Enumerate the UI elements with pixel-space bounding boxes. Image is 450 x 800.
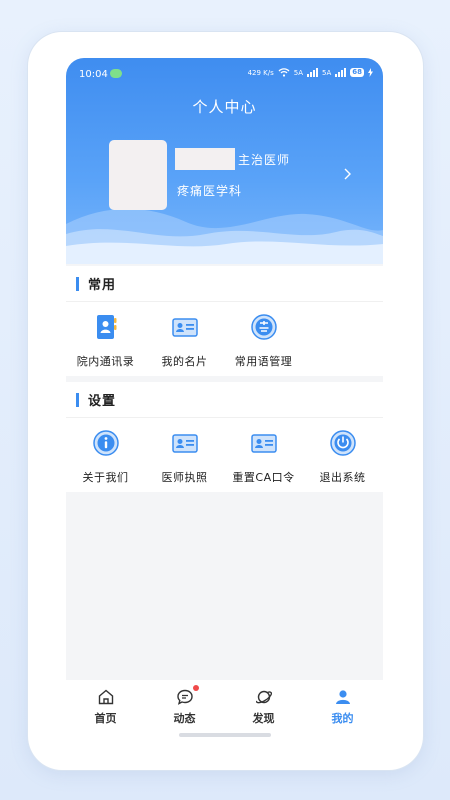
signal-1-icon (307, 68, 318, 77)
status-right: 429 K/s 5A 5A 68 (248, 68, 373, 77)
common-item-business-card[interactable]: 我的名片 (145, 312, 224, 369)
battery-icon: 68 (350, 68, 364, 77)
settings-item-logout[interactable]: 退出系统 (303, 428, 382, 485)
app-screen: 10:04 429 K/s 5A 5A 68 个人中心 主治医师 疼痛医学科 常… (66, 58, 383, 738)
avatar[interactable] (109, 140, 167, 210)
settings-item-label: 退出系统 (319, 471, 366, 484)
settings-section-title: 设置 (88, 394, 117, 409)
tab-mine[interactable]: 我的 (303, 680, 382, 738)
home-indicator[interactable] (179, 733, 271, 737)
signal-2-label: 5A (322, 68, 332, 77)
common-grid: 院内通讯录 我的名片 常用语管理 (66, 302, 383, 369)
tab-label: 发现 (252, 712, 275, 725)
settings-item-license[interactable]: 医师执照 (145, 428, 224, 485)
profile-header: 10:04 429 K/s 5A 5A 68 个人中心 主治医师 疼痛医学科 (66, 58, 383, 264)
common-section: 常用 院内通讯录 我的名片 常用语管理 (66, 266, 383, 376)
common-item-phrases[interactable]: 常用语管理 (224, 312, 303, 369)
page-title: 个人中心 (192, 98, 257, 116)
power-icon (329, 430, 356, 456)
notification-dot (193, 685, 199, 691)
info-icon (92, 430, 119, 456)
contacts-book-icon (96, 315, 116, 339)
ca-card-icon (250, 434, 277, 453)
signal-2-icon (335, 68, 347, 77)
tab-label: 我的 (331, 712, 354, 725)
tab-home[interactable]: 首页 (66, 680, 145, 738)
settings-item-label: 关于我们 (82, 471, 129, 484)
id-card-icon (171, 318, 198, 337)
settings-grid: 关于我们 医师执照 重置CA口令 退出系统 (66, 418, 383, 485)
settings-item-about[interactable]: 关于我们 (66, 428, 145, 485)
message-icon (176, 689, 193, 705)
doctor-title: 主治医师 (238, 153, 291, 167)
common-phrase-icon (250, 314, 277, 340)
settings-item-label: 重置CA口令 (232, 471, 295, 484)
planet-icon (255, 690, 272, 704)
section-accent-bar (76, 276, 79, 291)
common-item-label: 我的名片 (161, 355, 208, 368)
user-icon (335, 690, 350, 704)
common-item-contacts[interactable]: 院内通讯录 (66, 312, 145, 369)
status-bar: 10:04 429 K/s 5A 5A 68 (66, 68, 383, 84)
common-section-title: 常用 (88, 278, 117, 293)
wifi-icon (278, 68, 290, 77)
status-time: 10:04 (79, 69, 108, 80)
wechat-notification-icon (110, 69, 122, 78)
home-icon (98, 689, 113, 705)
tab-label: 首页 (94, 712, 117, 725)
settings-item-reset-ca[interactable]: 重置CA口令 (224, 428, 303, 485)
net-speed: 429 K/s (247, 68, 274, 77)
charging-icon (368, 68, 373, 77)
settings-section: 设置 关于我们 医师执照 重置CA口令 退出系统 (66, 382, 383, 492)
doctor-name-placeholder (175, 148, 235, 170)
signal-1-label: 5A (293, 68, 303, 77)
chevron-right-icon[interactable] (341, 166, 353, 182)
bottom-tab-bar: 首页 动态 发现 我的 (66, 680, 383, 738)
common-section-header: 常用 (66, 266, 383, 302)
section-accent-bar (76, 392, 79, 407)
settings-item-label: 医师执照 (161, 471, 208, 484)
department: 疼痛医学科 (177, 184, 243, 198)
common-item-label: 院内通讯录 (76, 355, 135, 368)
tab-feed[interactable]: 动态 (145, 680, 224, 738)
tab-label: 动态 (173, 712, 196, 725)
license-card-icon (171, 434, 198, 453)
common-item-label: 常用语管理 (234, 355, 293, 368)
settings-section-header: 设置 (66, 382, 383, 418)
tab-discover[interactable]: 发现 (224, 680, 303, 738)
